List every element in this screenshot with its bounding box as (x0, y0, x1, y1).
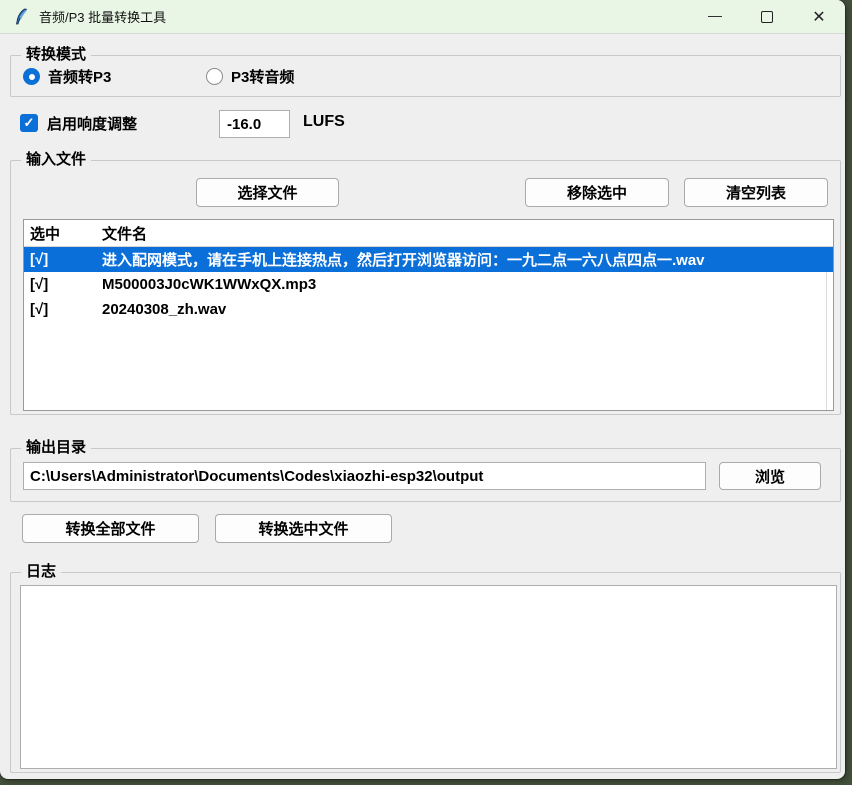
row-checked-cell: [√] (24, 301, 96, 318)
check-icon: ✓ (24, 115, 35, 131)
output-path-input[interactable] (23, 462, 706, 490)
maximize-button[interactable] (741, 0, 793, 34)
remove-selected-button[interactable]: 移除选中 (525, 178, 669, 207)
radio-p3-to-audio-label: P3转音频 (231, 66, 294, 87)
clear-list-button[interactable]: 清空列表 (684, 178, 828, 207)
output-directory-group: 输出目录 浏览 (10, 448, 841, 502)
select-files-button[interactable]: 选择文件 (196, 178, 339, 207)
window-controls: — ✕ (689, 0, 845, 34)
row-filename-cell: M500003J0cWK1WWxQX.mp3 (96, 276, 833, 293)
radio-audio-to-p3-label: 音频转P3 (48, 66, 111, 87)
radio-selected-icon (23, 68, 40, 85)
row-checked-cell: [√] (24, 251, 96, 268)
radio-unselected-icon (206, 68, 223, 85)
file-table-header: 选中 文件名 (24, 220, 833, 247)
radio-p3-to-audio[interactable]: P3转音频 (206, 66, 294, 87)
minimize-button[interactable]: — (689, 0, 741, 34)
lufs-value-input[interactable] (219, 110, 290, 138)
loudness-row: ✓ 启用响度调整 LUFS (0, 110, 845, 140)
convert-all-button[interactable]: 转换全部文件 (22, 514, 199, 543)
titlebar: 音频/P3 批量转换工具 — ✕ (0, 0, 845, 34)
conversion-mode-group: 转换模式 音频转P3 P3转音频 (10, 55, 841, 97)
conversion-mode-group-title: 转换模式 (21, 46, 91, 64)
minimize-icon: — (708, 7, 722, 23)
input-files-group-title: 输入文件 (21, 151, 91, 169)
input-files-group: 输入文件 选择文件 移除选中 清空列表 选中 文件名 [√] 进入配网模式，请在… (10, 160, 841, 415)
table-row[interactable]: [√] 进入配网模式，请在手机上连接热点，然后打开浏览器访问：一九二点一六八点四… (24, 247, 833, 272)
close-button[interactable]: ✕ (793, 0, 845, 34)
row-filename-cell: 进入配网模式，请在手机上连接热点，然后打开浏览器访问：一九二点一六八点四点一.w… (96, 249, 833, 270)
lufs-unit-label: LUFS (303, 113, 345, 131)
python-feather-icon (14, 8, 30, 26)
close-icon: ✕ (812, 7, 825, 27)
log-text-area[interactable] (20, 585, 837, 769)
loudness-checkbox-label: 启用响度调整 (47, 113, 137, 134)
table-row[interactable]: [√] M500003J0cWK1WWxQX.mp3 (24, 272, 833, 297)
app-window: 音频/P3 批量转换工具 — ✕ 转换模式 音频转P3 P3转音频 ✓ 启用响度… (0, 0, 845, 779)
file-table: 选中 文件名 [√] 进入配网模式，请在手机上连接热点，然后打开浏览器访问：一九… (23, 219, 834, 411)
maximize-icon (761, 11, 773, 23)
row-checked-cell: [√] (24, 276, 96, 293)
table-row[interactable]: [√] 20240308_zh.wav (24, 297, 833, 322)
loudness-checkbox[interactable]: ✓ (20, 114, 38, 132)
column-header-filename[interactable]: 文件名 (96, 223, 833, 244)
row-filename-cell: 20240308_zh.wav (96, 301, 833, 318)
output-directory-group-title: 输出目录 (21, 439, 91, 457)
log-group-title: 日志 (21, 563, 61, 581)
log-group: 日志 (10, 572, 841, 773)
browse-button[interactable]: 浏览 (719, 462, 821, 490)
radio-audio-to-p3[interactable]: 音频转P3 (23, 66, 111, 87)
convert-selected-button[interactable]: 转换选中文件 (215, 514, 392, 543)
window-title: 音频/P3 批量转换工具 (39, 7, 166, 26)
column-header-checked[interactable]: 选中 (24, 223, 96, 244)
